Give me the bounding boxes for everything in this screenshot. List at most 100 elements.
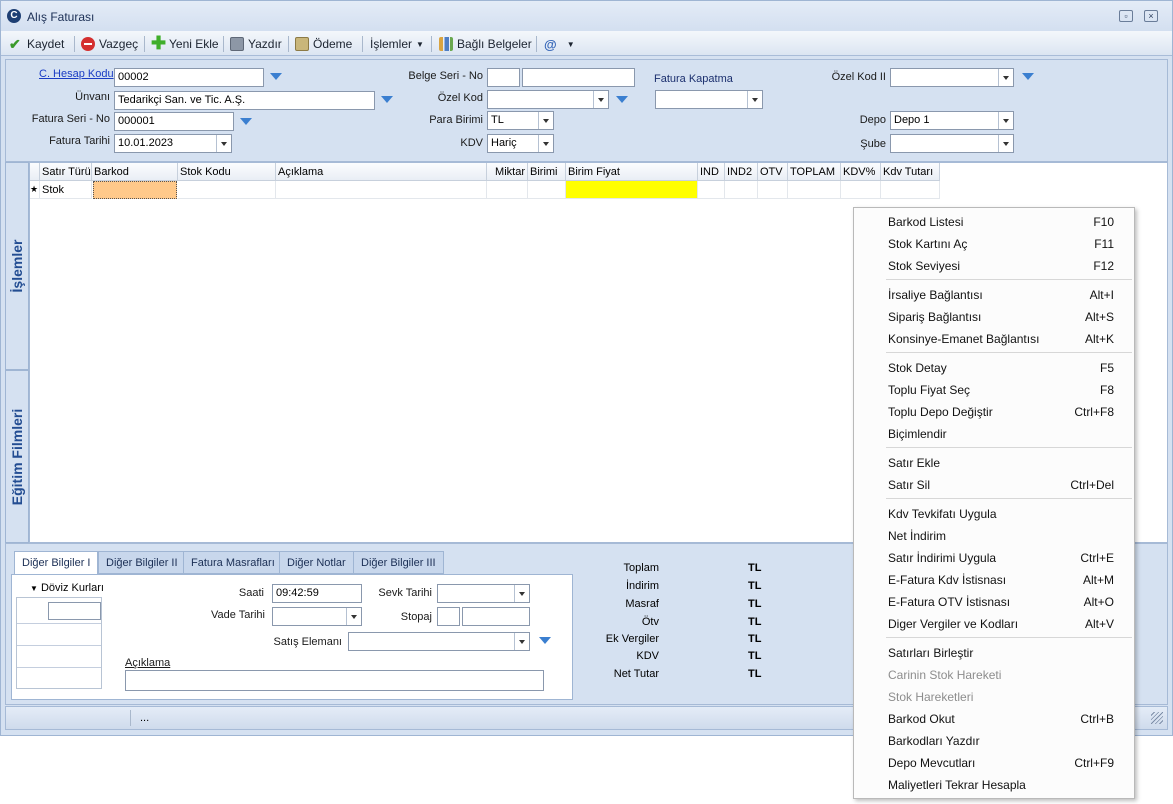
unit-price-cell[interactable] [566, 181, 698, 199]
vat-select[interactable]: Hariç [487, 134, 554, 153]
menu-item-merge-rows[interactable]: Satırları Birleştir [854, 641, 1134, 663]
row-type-cell[interactable]: Stok [40, 181, 92, 199]
column-header[interactable]: OTV [758, 163, 788, 181]
menu-item-consignment-link[interactable]: Konsinye-Emanet Bağlantısı Alt+K [854, 327, 1134, 349]
menu-item-barcode-list[interactable]: Barkod Listesi F10 [854, 210, 1134, 232]
column-header[interactable]: IND [698, 163, 725, 181]
fx-rate-input[interactable] [48, 602, 101, 620]
chevron-down-icon[interactable] [346, 608, 361, 625]
column-header[interactable]: Miktar [487, 163, 528, 181]
tab-other-info-2[interactable]: Diğer Bilgiler II [98, 551, 186, 574]
tab-other-notes[interactable]: Diğer Notlar [279, 551, 354, 574]
tab-other-info-3[interactable]: Diğer Bilgiler III [353, 551, 444, 574]
email-menu-button[interactable]: @ ▼ [544, 35, 575, 53]
chevron-down-icon[interactable] [998, 69, 1013, 86]
column-header[interactable]: TOPLAM [788, 163, 841, 181]
close-icon[interactable]: × [1144, 10, 1158, 22]
menu-item-stock-detail[interactable]: Stok Detay F5 [854, 356, 1134, 378]
stock-code-cell[interactable] [178, 181, 276, 199]
chevron-down-icon[interactable] [216, 135, 231, 152]
column-header[interactable]: Kdv Tutarı [881, 163, 940, 181]
filter-icon[interactable] [616, 96, 628, 105]
vat-amount-cell[interactable] [881, 181, 940, 199]
column-header[interactable]: Birim Fiyat [566, 163, 698, 181]
chevron-down-icon[interactable] [747, 91, 762, 108]
currency-select[interactable]: TL [487, 111, 554, 130]
filter-icon[interactable] [539, 637, 551, 646]
total-cell[interactable] [788, 181, 841, 199]
account-code-link[interactable]: C. Hesap Kodu [39, 68, 114, 80]
note-textarea[interactable] [125, 670, 544, 691]
menu-item-order-link[interactable]: Sipariş Bağlantısı Alt+S [854, 305, 1134, 327]
unit-cell[interactable] [528, 181, 566, 199]
chevron-down-icon[interactable] [998, 112, 1013, 129]
column-header[interactable]: KDV% [841, 163, 881, 181]
account-code-input[interactable]: 00002 [114, 68, 264, 87]
menu-item-einvoice-vat-exemption[interactable]: E-Fatura Kdv İstisnası Alt+M [854, 568, 1134, 590]
column-header[interactable]: Birimi [528, 163, 566, 181]
menu-item-stock-level[interactable]: Stok Seviyesi F12 [854, 254, 1134, 276]
sales-rep-select[interactable] [348, 632, 530, 651]
column-header[interactable]: Açıklama [276, 163, 487, 181]
quantity-cell[interactable] [487, 181, 528, 199]
menu-item-row-discount[interactable]: Satır İndirimi Uygula Ctrl+E [854, 546, 1134, 568]
filter-icon[interactable] [240, 118, 252, 127]
due-date-picker[interactable] [272, 607, 362, 626]
special-code-select[interactable] [487, 90, 609, 109]
chevron-down-icon[interactable] [538, 112, 553, 129]
fx-rates-toggle[interactable]: ▼ Döviz Kurları [30, 582, 104, 594]
invoice-closing-select[interactable] [655, 90, 763, 109]
menu-item-net-discount[interactable]: Net İndirim [854, 524, 1134, 546]
column-header[interactable]: IND2 [725, 163, 758, 181]
column-header[interactable]: Barkod [92, 163, 178, 181]
chevron-down-icon[interactable] [538, 135, 553, 152]
doc-number-input[interactable] [522, 68, 635, 87]
otv-cell[interactable] [758, 181, 788, 199]
withholding-amount-input[interactable] [462, 607, 530, 626]
linked-docs-button[interactable]: Bağlı Belgeler [439, 35, 532, 53]
menu-item-bulk-price[interactable]: Toplu Fiyat Seç F8 [854, 378, 1134, 400]
warehouse-select[interactable]: Depo 1 [890, 111, 1014, 130]
menu-item-format[interactable]: Biçimlendir [854, 422, 1134, 444]
withholding-rate-input[interactable] [437, 607, 460, 626]
ship-date-picker[interactable] [437, 584, 530, 603]
cancel-button[interactable]: Vazgeç [81, 35, 138, 53]
filter-icon[interactable] [1022, 73, 1034, 82]
restore-icon[interactable]: ▫ [1119, 10, 1133, 22]
resize-grip-icon[interactable] [1151, 712, 1163, 724]
chevron-down-icon[interactable] [593, 91, 608, 108]
column-header[interactable]: Satır Türü [40, 163, 92, 181]
time-input[interactable]: 09:42:59 [272, 584, 362, 603]
menu-item-vat-withholding[interactable]: Kdv Tevkifatı Uygula [854, 502, 1134, 524]
ind2-cell[interactable] [725, 181, 758, 199]
menu-item-other-taxes[interactable]: Diger Vergiler ve Kodları Alt+V [854, 612, 1134, 634]
special-code2-select[interactable] [890, 68, 1014, 87]
branch-select[interactable] [890, 134, 1014, 153]
menu-item-einvoice-otv-exemption[interactable]: E-Fatura OTV İstisnası Alt+O [854, 590, 1134, 612]
fx-rates-list[interactable] [16, 597, 102, 689]
menu-item-open-stock-card[interactable]: Stok Kartını Aç F11 [854, 232, 1134, 254]
chevron-down-icon[interactable] [514, 633, 529, 650]
invoice-serial-input[interactable]: 000001 [114, 112, 234, 131]
chevron-down-icon[interactable] [514, 585, 529, 602]
save-button[interactable]: ✔ Kaydet [9, 35, 64, 53]
filter-icon[interactable] [270, 73, 282, 82]
ind-cell[interactable] [698, 181, 725, 199]
barcode-cell[interactable] [93, 181, 177, 199]
title-input[interactable]: Tedarikçi San. ve Tic. A.Ş. [114, 91, 375, 110]
description-cell[interactable] [276, 181, 487, 199]
tab-invoice-expenses[interactable]: Fatura Masrafları [183, 551, 283, 574]
menu-item-bulk-warehouse[interactable]: Toplu Depo Değiştir Ctrl+F8 [854, 400, 1134, 422]
print-button[interactable]: Yazdır [230, 35, 282, 53]
menu-item-delete-row[interactable]: Satır Sil Ctrl+Del [854, 473, 1134, 495]
menu-item-waybill-link[interactable]: İrsaliye Bağlantısı Alt+I [854, 283, 1134, 305]
vat-rate-cell[interactable] [841, 181, 881, 199]
menu-item-print-barcodes[interactable]: Barkodları Yazdır [854, 729, 1134, 751]
tab-other-info-1[interactable]: Diğer Bilgiler I [14, 551, 99, 576]
menu-item-scan-barcode[interactable]: Barkod Okut Ctrl+B [854, 707, 1134, 729]
tab-operations[interactable]: İşlemler [5, 162, 29, 370]
column-header[interactable]: Stok Kodu [178, 163, 276, 181]
payment-button[interactable]: Ödeme [295, 35, 352, 53]
menu-item-warehouse-stock[interactable]: Depo Mevcutları Ctrl+F9 [854, 751, 1134, 773]
doc-serial-input[interactable] [487, 68, 520, 87]
